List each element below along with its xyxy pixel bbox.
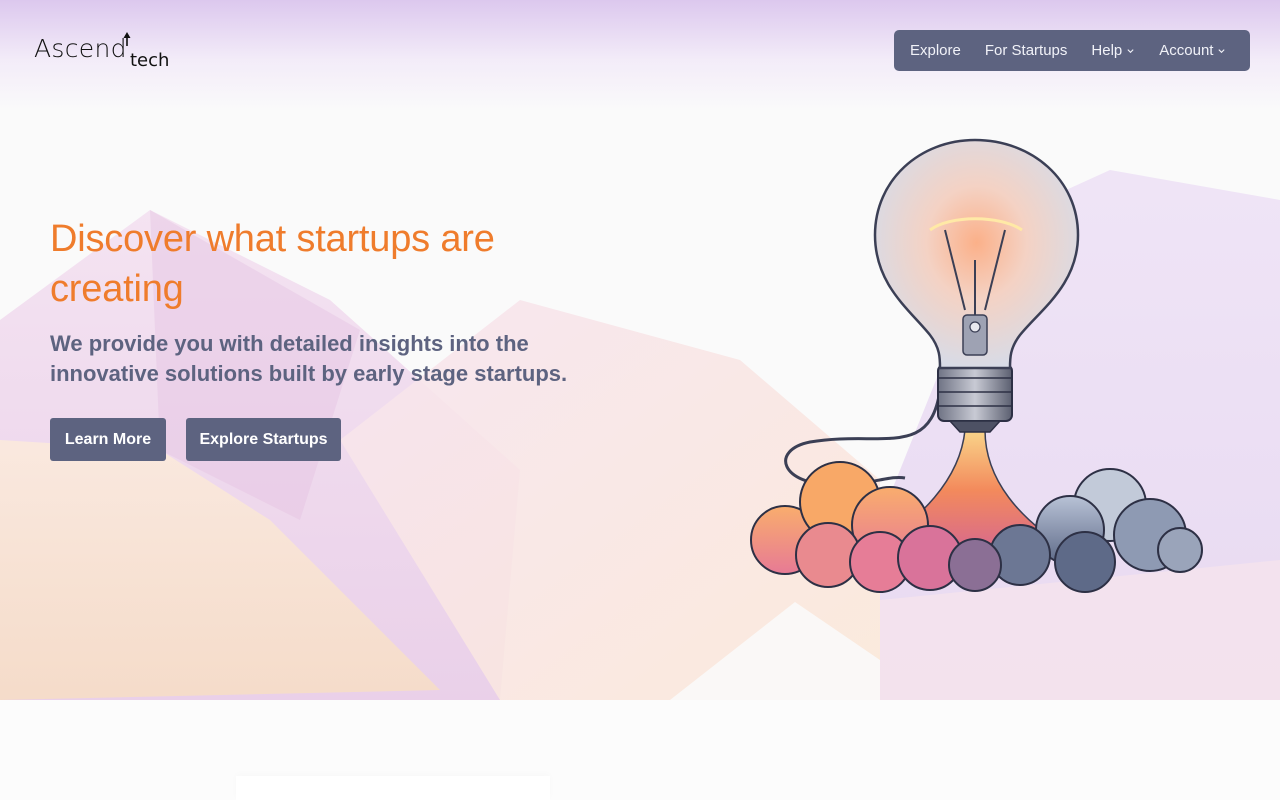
brand-suffix: tech [130, 50, 170, 71]
learn-more-button[interactable]: Learn More [50, 418, 166, 461]
nav-item-explore[interactable]: Explore [910, 42, 961, 59]
nav-item-account[interactable]: Account [1159, 42, 1226, 59]
nav-item-label: Explore [910, 42, 961, 59]
brand-name: Ascend [34, 34, 127, 63]
hero-headline: Discover what startups are creating [50, 218, 495, 310]
brand-logo[interactable]: Ascend tech [34, 32, 174, 74]
main-nav: Explore For Startups Help Account [894, 30, 1250, 71]
lightbulb-rocket-icon [750, 138, 1203, 593]
nav-item-label: Help [1091, 42, 1123, 59]
nav-item-label: For Startups [984, 42, 1068, 59]
chevron-down-icon [1218, 49, 1226, 54]
nav-item-label: Account [1159, 42, 1214, 59]
arrow-up-icon [123, 32, 131, 46]
nav-item-help[interactable]: Help [1091, 42, 1135, 59]
chevron-down-icon [1127, 49, 1134, 54]
hero-subhead: We provide you with detailed insights in… [50, 331, 568, 386]
explore-startups-button[interactable]: Explore Startups [186, 418, 341, 461]
nav-item-for-startups[interactable]: For Startups [985, 42, 1068, 59]
content-card [236, 776, 550, 800]
below-hero-section [0, 700, 1280, 800]
